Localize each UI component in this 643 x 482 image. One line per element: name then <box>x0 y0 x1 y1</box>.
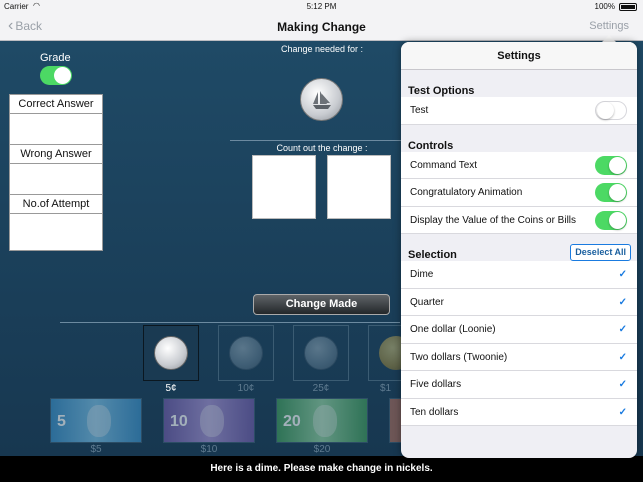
settings-button[interactable]: Settings <box>589 20 629 32</box>
coin-quarter[interactable] <box>293 325 349 381</box>
change-made-button[interactable]: Change Made <box>253 294 390 315</box>
stats-panel: Correct Answer Wrong Answer No.of Attemp… <box>9 94 103 251</box>
schooner-icon <box>313 91 331 109</box>
setting-congratulatory-animation: Congratulatory Animation <box>401 179 637 207</box>
setting-test: Test <box>401 97 637 125</box>
settings-title: Settings <box>401 42 637 70</box>
selection-item-ten-dollars[interactable]: Ten dollars ✓ <box>401 398 637 426</box>
wrong-answer-value <box>10 164 102 195</box>
setting-display-value: Display the Value of the Coins or Bills <box>401 206 637 234</box>
navigation-bar: ‹ Back Making Change Settings <box>0 14 643 41</box>
change-needed-label: Change needed for : <box>280 44 364 54</box>
portrait-icon <box>87 405 111 437</box>
change-slot[interactable] <box>327 155 391 219</box>
bill-value-label: $10 <box>200 444 218 455</box>
wrong-answer-header: Wrong Answer <box>10 145 102 164</box>
change-slot[interactable] <box>252 155 316 219</box>
bill-numeral: 5 <box>57 413 66 430</box>
coin-value-label: 5¢ <box>165 383 177 394</box>
selection-item-loonie[interactable]: One dollar (Loonie) ✓ <box>401 316 637 344</box>
checkmark-icon: ✓ <box>618 406 627 418</box>
correct-answer-value <box>10 114 102 145</box>
portrait-icon <box>313 405 337 437</box>
setting-command-text: Command Text <box>401 151 637 179</box>
section-selection: Selection Deselect All <box>401 234 637 261</box>
nickel-coin-icon <box>229 336 263 370</box>
setting-label: Command Text <box>410 159 478 171</box>
command-text-switch[interactable] <box>595 155 627 175</box>
count-out-label: Count out the change : <box>276 143 368 153</box>
test-switch[interactable] <box>595 101 627 120</box>
selection-label: Ten dollars <box>410 406 459 418</box>
bill-numeral: 10 <box>170 413 188 430</box>
selection-item-dime[interactable]: Dime ✓ <box>401 261 637 289</box>
page-title: Making Change <box>277 20 366 34</box>
selection-label: One dollar (Loonie) <box>410 324 496 335</box>
divider <box>230 140 405 141</box>
checkmark-icon: ✓ <box>618 269 627 280</box>
coin-value-label: $1 <box>380 383 392 394</box>
selection-item-twoonie[interactable]: Two dollars (Twoonie) ✓ <box>401 343 637 371</box>
selection-label: Dime <box>410 269 434 280</box>
display-value-switch[interactable] <box>595 210 627 230</box>
coin-loonie[interactable] <box>368 325 402 381</box>
selection-label: Quarter <box>410 296 444 308</box>
battery-icon <box>619 3 637 11</box>
grade-label: Grade <box>40 52 71 64</box>
selection-item-quarter[interactable]: Quarter ✓ <box>401 288 637 316</box>
deselect-all-button[interactable]: Deselect All <box>570 244 631 261</box>
bill-five[interactable]: 5 <box>50 398 142 443</box>
setting-label: Display the Value of the Coins or Bills <box>410 214 577 226</box>
coin-value-label: 25¢ <box>312 383 330 394</box>
congratulatory-animation-switch[interactable] <box>595 183 627 202</box>
correct-answer-header: Correct Answer <box>10 95 102 114</box>
bill-ten[interactable]: 10 <box>163 398 255 443</box>
selection-label: Five dollars <box>410 379 462 390</box>
quarter-coin-icon <box>304 336 338 370</box>
bill-twenty[interactable]: 20 <box>276 398 368 443</box>
instruction-text: Here is a dime. Please make change in ni… <box>0 456 643 482</box>
checkmark-icon: ✓ <box>618 296 627 308</box>
target-dime-coin <box>300 78 343 121</box>
portrait-icon <box>200 405 224 437</box>
bill-numeral: 20 <box>283 413 301 430</box>
coin-dime[interactable] <box>143 325 199 381</box>
clock: 5:12 PM <box>306 2 337 11</box>
selection-header: Selection <box>408 249 457 261</box>
grade-toggle[interactable] <box>40 66 72 85</box>
checkmark-icon: ✓ <box>618 351 627 363</box>
attempts-header: No.of Attempt <box>10 195 102 214</box>
status-bar: Carrier ◠ 5:12 PM 100% <box>0 0 643 14</box>
setting-label: Congratulatory Animation <box>410 187 523 198</box>
selection-label: Two dollars (Twoonie) <box>410 351 508 363</box>
loonie-coin-icon <box>379 336 402 370</box>
battery-percent: 100% <box>594 2 615 11</box>
divider <box>60 322 400 323</box>
dime-coin-icon <box>154 336 188 370</box>
coin-value-label: 10¢ <box>237 383 255 394</box>
bill-value-label: $5 <box>90 444 102 455</box>
setting-label: Test <box>410 105 429 116</box>
bill-value-label: $20 <box>313 444 331 455</box>
attempts-value <box>10 214 102 250</box>
selection-item-five-dollars[interactable]: Five dollars ✓ <box>401 371 637 399</box>
section-test-options: Test Options <box>408 85 475 97</box>
settings-popover: Settings Test Options Test Controls Comm… <box>401 42 637 458</box>
checkmark-icon: ✓ <box>618 324 627 335</box>
section-controls: Controls <box>408 139 454 152</box>
coin-nickel[interactable] <box>218 325 274 381</box>
checkmark-icon: ✓ <box>618 379 627 390</box>
